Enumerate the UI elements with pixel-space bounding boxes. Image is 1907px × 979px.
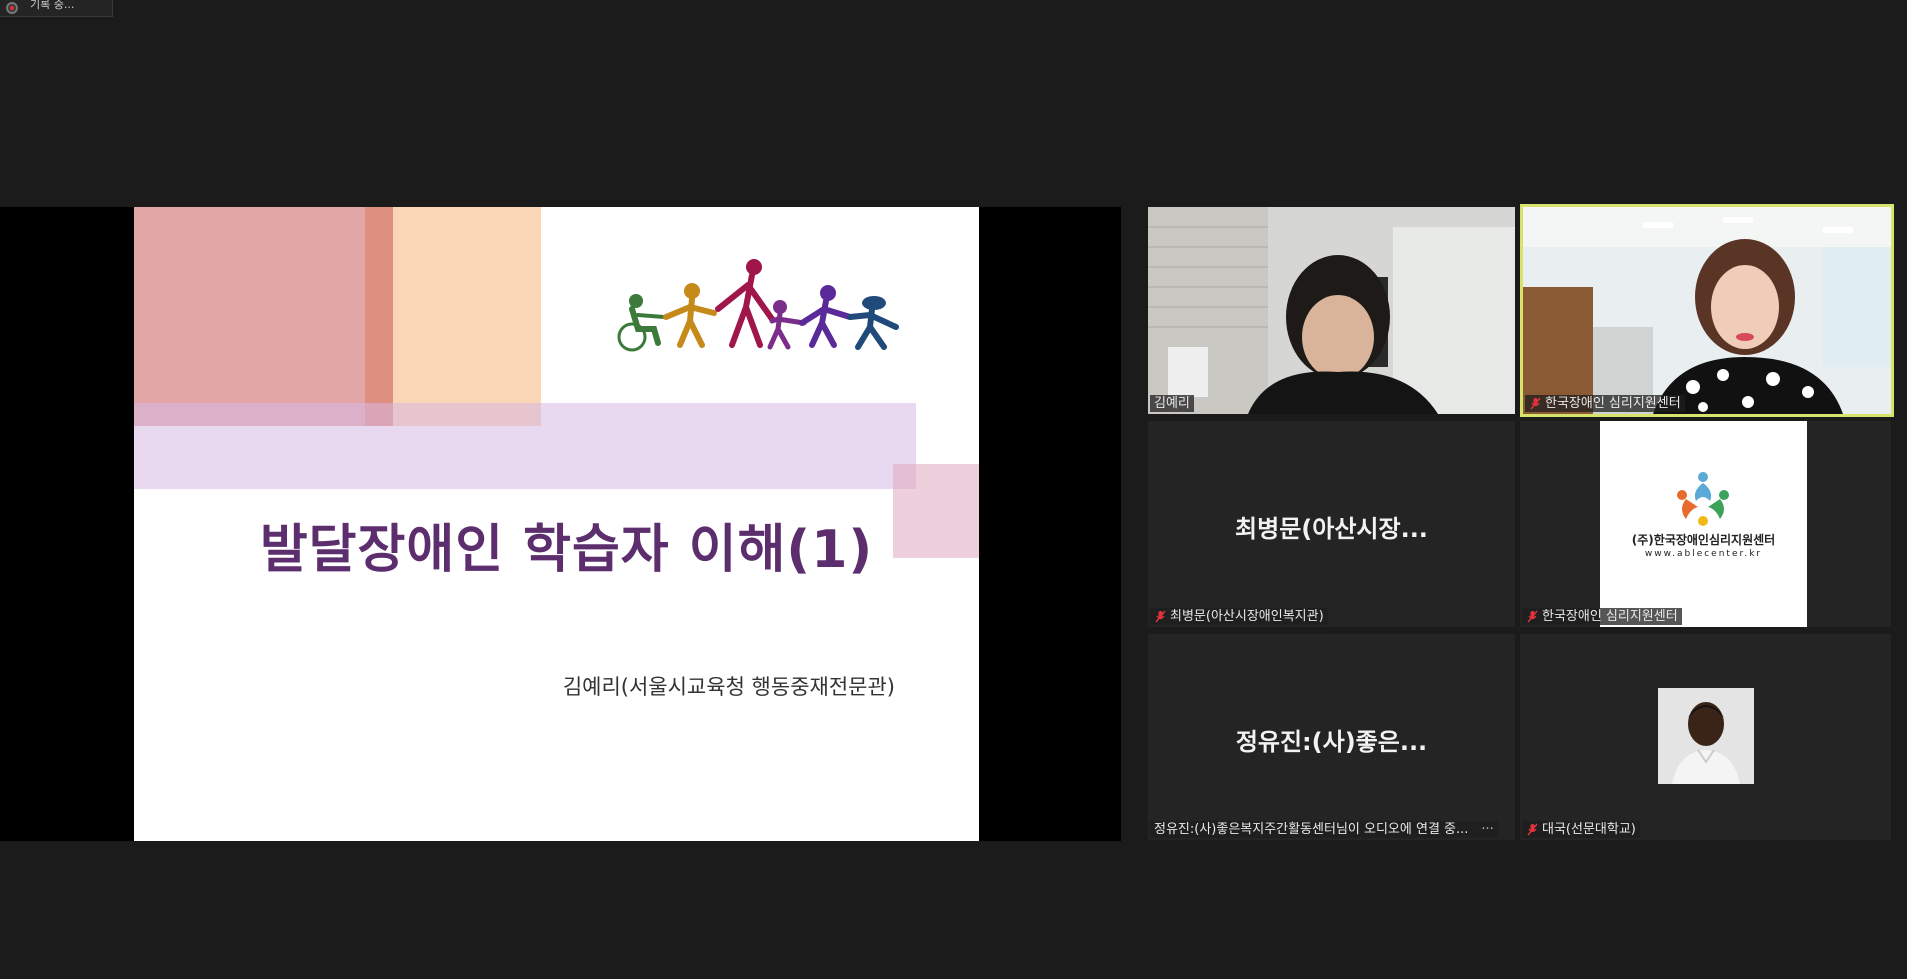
- participant-tile[interactable]: 김예리: [1148, 207, 1515, 414]
- muted-mic-icon: [1527, 823, 1538, 836]
- logo-website: www.ablecenter.kr: [1644, 549, 1763, 559]
- participant-name-tag: 한국장애인 심리지원센터: [1522, 608, 1682, 625]
- recording-indicator[interactable]: 기록 중...: [0, 0, 113, 17]
- participant-name-tag: 정유진:(사)좋은복지주간활동센터님이 오디오에 연결 중... ···: [1150, 821, 1498, 838]
- slide-subtitle: 김예리(서울시교육청 행동중재전문관): [562, 675, 895, 699]
- participant-name-tag: 김예리: [1150, 395, 1194, 412]
- profile-photo: [1658, 688, 1754, 784]
- more-options-icon[interactable]: ···: [1481, 821, 1493, 838]
- muted-mic-icon: [1155, 610, 1166, 623]
- recording-label: 기록 중...: [30, 0, 75, 11]
- participant-tile[interactable]: 최병문(아산시장... 최병문(아산시장애인복지관): [1148, 421, 1515, 627]
- people-circle-logo-icon: [1677, 472, 1729, 526]
- participant-name: 한국장애인 심리지원센터: [1542, 609, 1678, 624]
- participant-display-name: 정유진:(사)좋은...: [1235, 728, 1428, 756]
- participant-name: 한국장애인 심리지원센터: [1545, 396, 1681, 411]
- participant-avatar: [1658, 688, 1754, 784]
- participant-tile-active-speaker[interactable]: 한국장애인 심리지원센터: [1520, 204, 1894, 417]
- participant-name: 최병문(아산시장애인복지관): [1170, 609, 1324, 624]
- record-icon: [6, 2, 18, 14]
- participant-name: 대국(선문대학교): [1542, 822, 1636, 837]
- people-holding-hands-graphic: [617, 259, 899, 352]
- participant-name-tag: 대국(선문대학교): [1522, 821, 1640, 838]
- participant-name-tag: 한국장애인 심리지원센터: [1525, 395, 1685, 412]
- slide-deco-block: [393, 207, 541, 426]
- slide-title: 발달장애인 학습자 이해(1): [259, 520, 874, 580]
- participant-tile[interactable]: (주)한국장애인심리지원센터 www.ablecenter.kr 한국장애인 심…: [1520, 421, 1891, 627]
- shared-screen[interactable]: 발달장애인 학습자 이해(1) 김예리(서울시교육청 행동중재전문관): [0, 207, 1121, 841]
- slide-deco-band: [134, 403, 916, 489]
- participant-video: [1148, 207, 1515, 414]
- presentation-slide: 발달장애인 학습자 이해(1) 김예리(서울시교육청 행동중재전문관): [134, 207, 979, 841]
- participant-tile[interactable]: 정유진:(사)좋은... 정유진:(사)좋은복지주간활동센터님이 오디오에 연결…: [1148, 634, 1515, 840]
- participant-tile[interactable]: 대국(선문대학교): [1520, 634, 1891, 840]
- participant-video: [1523, 207, 1891, 414]
- muted-mic-icon: [1530, 397, 1541, 410]
- logo-organization-name: (주)한국장애인심리지원센터: [1631, 533, 1776, 547]
- participant-name: 김예리: [1154, 396, 1190, 411]
- meeting-window: 기록 중... 발달장애인 학습자 이해(1) 김예리(서울시교육청 행동중재전…: [0, 0, 1907, 979]
- slide-deco-block: [134, 207, 365, 426]
- organization-logo: (주)한국장애인심리지원센터 www.ablecenter.kr: [1600, 421, 1807, 627]
- participant-name-tag: 최병문(아산시장애인복지관): [1150, 608, 1328, 625]
- muted-mic-icon: [1527, 610, 1538, 623]
- participant-status-text: 정유진:(사)좋은복지주간활동센터님이 오디오에 연결 중...: [1154, 822, 1469, 837]
- participant-display-name: 최병문(아산시장...: [1235, 515, 1428, 543]
- slide-deco-block: [365, 207, 393, 426]
